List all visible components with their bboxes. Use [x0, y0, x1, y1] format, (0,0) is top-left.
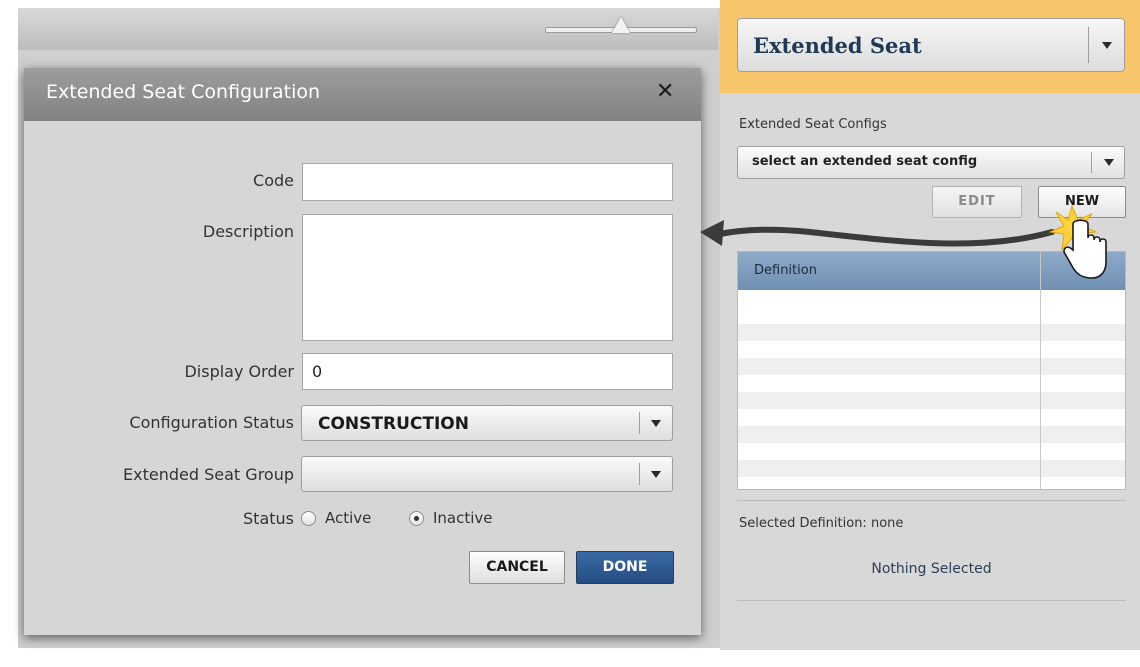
arrowhead-icon [700, 220, 724, 246]
annotation-overlay [700, 204, 1107, 279]
curved-arrow-icon [717, 226, 1055, 247]
